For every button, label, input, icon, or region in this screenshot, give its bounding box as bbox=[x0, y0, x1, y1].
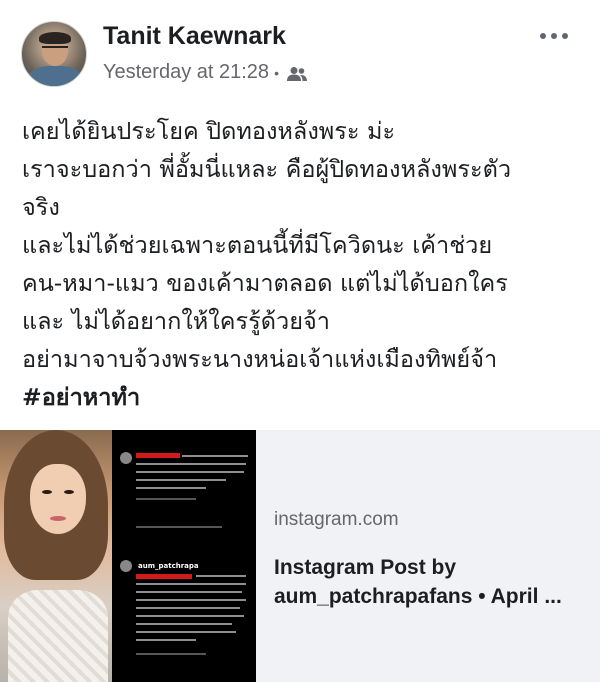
link-title-line: Instagram Post by bbox=[274, 556, 457, 579]
link-domain: instagram.com bbox=[274, 509, 399, 530]
post-text-line: เคยได้ยินประโยค ปิดทองหลังพระ ม่ะ bbox=[22, 117, 396, 145]
post-text-line: อย่ามาจาบจ้วงพระนางหน่อเจ้าแห่งเมืองทิพย… bbox=[22, 345, 498, 373]
link-title[interactable]: Instagram Post by aum_patchrapafans • Ap… bbox=[274, 553, 594, 611]
post-text-line: เราจะบอกว่า พี่อั้มนี่แหละ คือผู้ปิดทองห… bbox=[22, 155, 512, 183]
more-options-button[interactable] bbox=[534, 24, 574, 48]
link-preview-image: aum_patchrapa bbox=[0, 430, 256, 682]
link-preview-info: instagram.com Instagram Post by aum_patc… bbox=[256, 430, 600, 682]
link-preview-card[interactable]: aum_patchrapa instagram.com Instagram Po… bbox=[0, 430, 600, 682]
post-text-line: และไม่ได้ช่วยเฉพาะตอนนี้ที่มีโควิดนะ เค้… bbox=[22, 231, 493, 259]
post-timestamp[interactable]: Yesterday at 21:28 bbox=[103, 61, 269, 84]
post-text-line: และ ไม่ได้อยากให้ใครรู้ด้วยจ้า bbox=[22, 307, 330, 335]
friends-icon[interactable] bbox=[286, 65, 308, 81]
hashtag-link[interactable]: #อย่าหาทำ bbox=[22, 378, 592, 416]
post-text-line: คน-หมา-แมว ของเค้ามาตลอด แต่ไม่ได้บอกใคร bbox=[22, 269, 508, 297]
more-horizontal-icon bbox=[540, 33, 568, 39]
author-avatar[interactable] bbox=[21, 21, 87, 87]
author-name[interactable]: Tanit Kaewnark bbox=[103, 22, 286, 51]
post-text-line: จริง bbox=[22, 193, 60, 221]
meta-separator: • bbox=[274, 64, 279, 81]
link-title-line: aum_patchrapafans • April ... bbox=[274, 585, 562, 608]
post-meta: Yesterday at 21:28 • bbox=[103, 61, 308, 84]
post-header: Tanit Kaewnark Yesterday at 21:28 • bbox=[0, 0, 600, 100]
facebook-post: Tanit Kaewnark Yesterday at 21:28 • เคยไ… bbox=[0, 0, 600, 682]
post-body: เคยได้ยินประโยค ปิดทองหลังพระ ม่ะ เราจะบ… bbox=[22, 112, 592, 416]
portrait-photo bbox=[0, 430, 112, 682]
instagram-comment-screenshot: aum_patchrapa bbox=[112, 430, 256, 682]
instagram-username: aum_patchrapa bbox=[138, 562, 199, 570]
